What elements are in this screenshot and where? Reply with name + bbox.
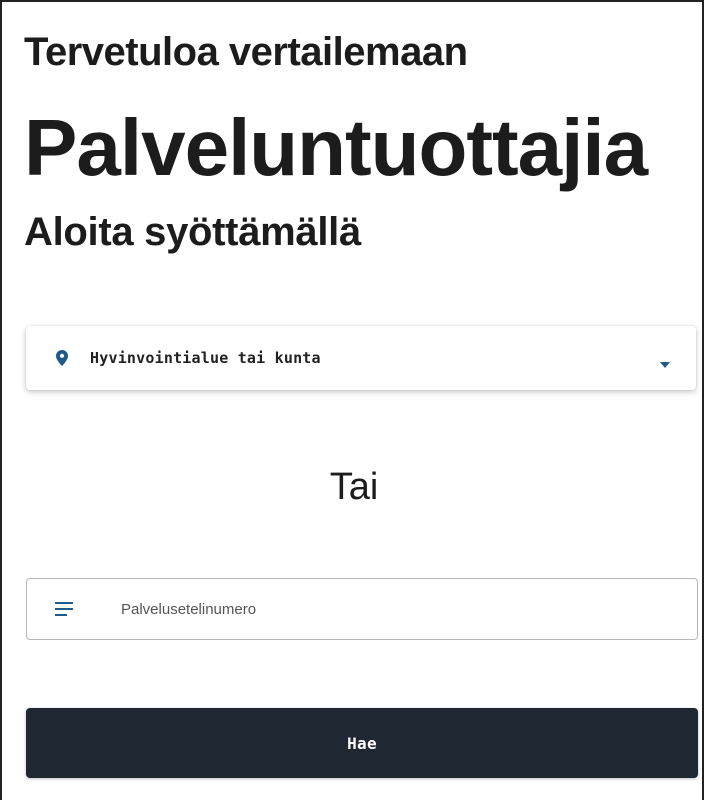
- or-separator: Tai: [329, 466, 379, 508]
- dropdown-caret-icon[interactable]: [660, 355, 670, 368]
- voucher-number-field[interactable]: [26, 578, 698, 640]
- welcome-heading: Tervetuloa vertailemaan: [24, 30, 468, 74]
- page-title: Palveluntuottajia: [24, 103, 648, 192]
- page-frame: Tervetuloa vertailemaan Palveluntuottaji…: [0, 0, 704, 800]
- search-button[interactable]: Hae: [26, 708, 698, 778]
- voucher-number-input[interactable]: [119, 588, 697, 630]
- region-select[interactable]: Hyvinvointialue tai kunta: [26, 326, 696, 390]
- instruction-heading: Aloita syöttämällä: [24, 210, 361, 254]
- location-pin-icon: [54, 348, 70, 368]
- notes-lines-icon: [55, 602, 75, 616]
- region-select-label: Hyvinvointialue tai kunta: [90, 349, 321, 367]
